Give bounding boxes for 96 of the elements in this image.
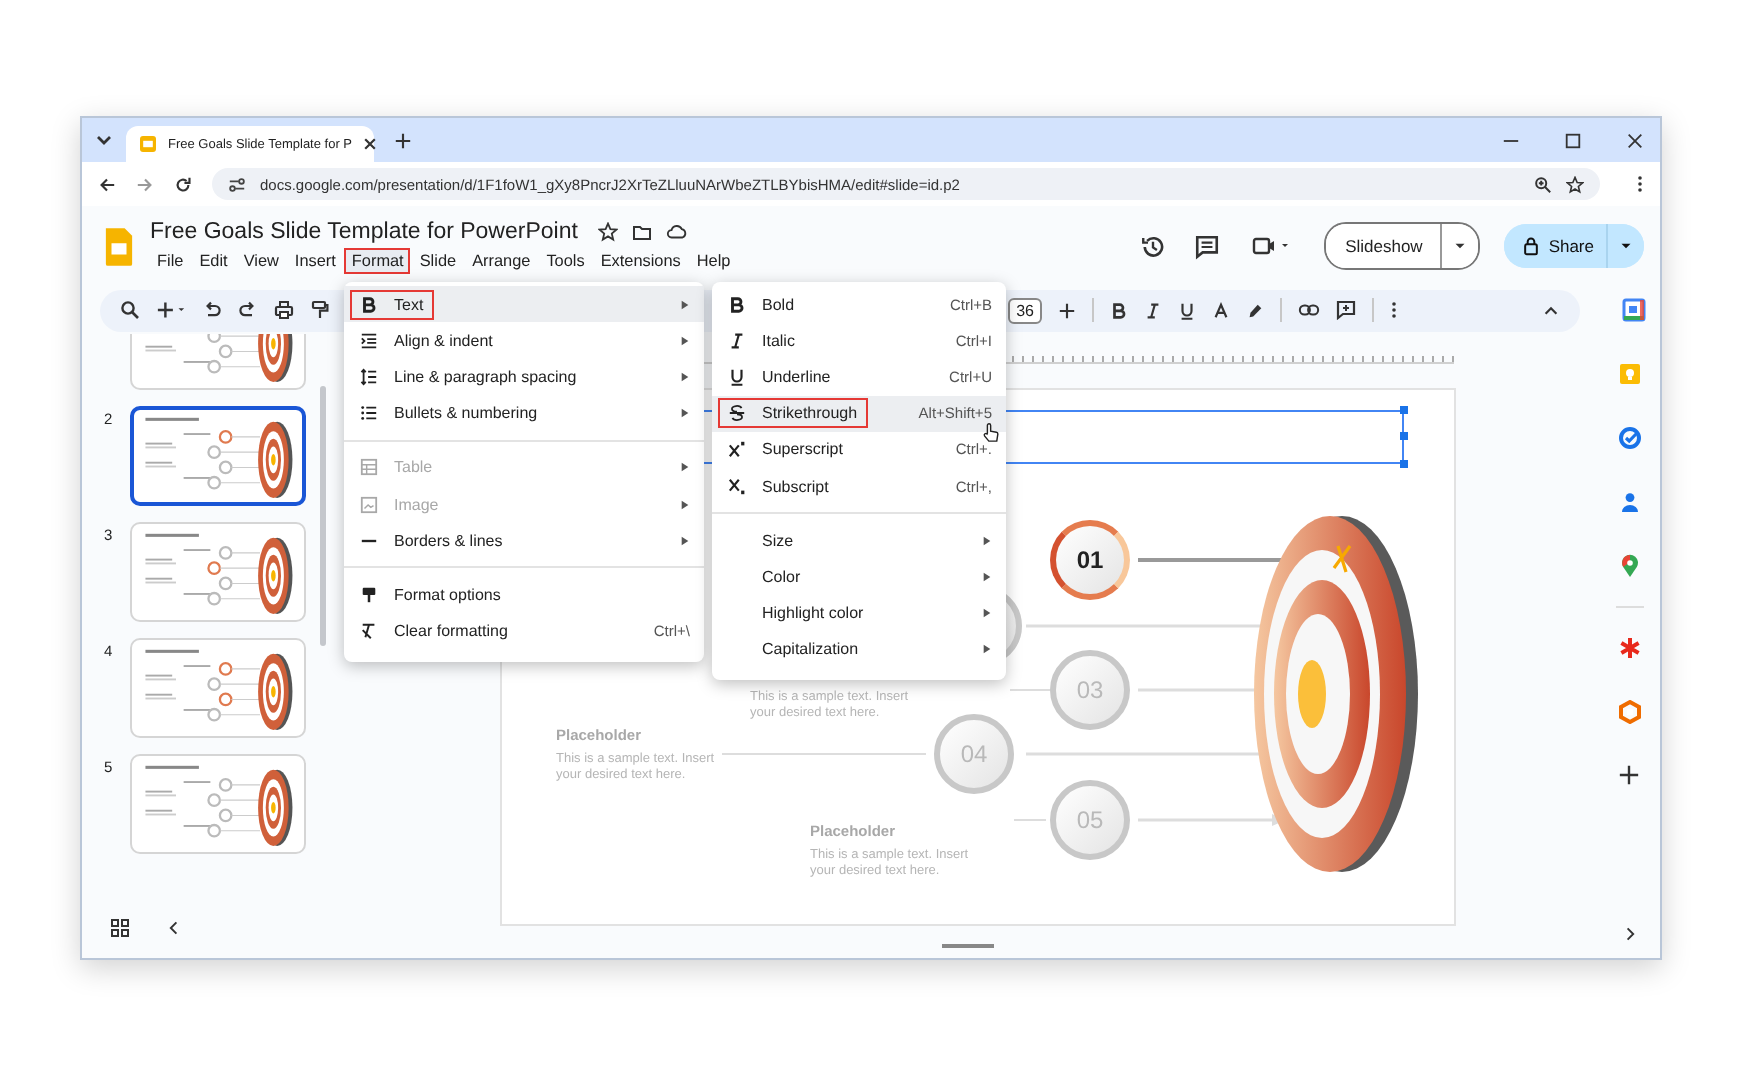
site-settings-icon[interactable] — [228, 175, 246, 193]
back-icon[interactable] — [98, 175, 116, 193]
underline-icon — [728, 367, 746, 386]
bold-icon[interactable] — [1110, 301, 1128, 319]
contacts-icon[interactable] — [1617, 490, 1641, 514]
caret-icon — [1620, 240, 1632, 252]
menu-item[interactable]: Capitalization — [712, 631, 1006, 668]
italic-icon[interactable] — [1144, 301, 1162, 319]
reload-icon[interactable] — [174, 175, 192, 193]
menu-item[interactable]: Help — [689, 247, 738, 273]
goal-marker: 03 — [1050, 650, 1130, 730]
line-spacing-icon — [360, 367, 378, 386]
share-button[interactable]: Share — [1504, 224, 1608, 268]
slides-logo-icon — [138, 134, 158, 154]
indent-icon — [360, 331, 378, 350]
bulleted-list-icon — [360, 404, 378, 423]
text-color-icon[interactable] — [1212, 301, 1230, 319]
paint-format-icon[interactable] — [310, 300, 330, 320]
menu-item[interactable]: Extensions — [593, 247, 688, 273]
close-icon[interactable] — [1626, 131, 1644, 149]
zoom-icon[interactable] — [1534, 175, 1552, 193]
underline-icon[interactable] — [1178, 301, 1196, 319]
italic-icon — [728, 331, 746, 350]
link-icon[interactable] — [1298, 302, 1320, 318]
add-icon[interactable] — [1618, 764, 1640, 786]
lock-icon — [1522, 236, 1541, 256]
connector-line — [1009, 689, 1051, 691]
increase-font-icon[interactable] — [1058, 301, 1076, 319]
clear-format-icon — [360, 622, 378, 641]
office-icon[interactable] — [1617, 700, 1641, 724]
chevron-left-icon[interactable] — [166, 920, 182, 936]
chevron-right-icon[interactable] — [1621, 926, 1637, 942]
menu-item[interactable]: View — [236, 247, 286, 273]
menu-item[interactable]: Bullets & numbering — [344, 395, 704, 432]
more-icon[interactable] — [1636, 174, 1644, 194]
search-icon[interactable] — [120, 300, 140, 320]
connector-line — [1013, 819, 1047, 821]
menu-item[interactable]: Size — [712, 522, 1006, 559]
goal-marker: 05 — [1050, 780, 1130, 860]
add-comment-icon[interactable] — [1336, 300, 1356, 320]
hand-cursor-icon — [982, 422, 1000, 444]
subscript-icon — [728, 477, 746, 496]
menu-item[interactable]: Line & paragraph spacing — [344, 358, 704, 396]
menu-item[interactable]: Align & indent — [344, 322, 704, 359]
undo-icon[interactable] — [202, 300, 222, 320]
goal-marker: 01 — [1050, 520, 1130, 600]
menu-item[interactable]: Format options — [344, 576, 704, 613]
asterisk-icon[interactable] — [1617, 636, 1641, 660]
star-icon[interactable] — [1566, 175, 1584, 193]
goal-marker: 04 — [934, 714, 1014, 794]
bold-icon — [360, 295, 378, 314]
maximize-icon[interactable] — [1564, 131, 1582, 149]
menu-item[interactable]: Format — [344, 247, 411, 273]
menu-item[interactable]: Insert — [287, 247, 343, 273]
comment-icon[interactable] — [1193, 233, 1220, 259]
slide-thumbnail[interactable] — [130, 406, 306, 506]
caret-icon — [1454, 240, 1467, 252]
map-pin-icon[interactable] — [1617, 554, 1641, 578]
collapse-icon[interactable] — [1542, 301, 1560, 319]
print-icon[interactable] — [274, 300, 294, 320]
video-camera-icon[interactable] — [1251, 234, 1292, 258]
star-icon[interactable] — [597, 221, 618, 241]
table-icon — [360, 458, 378, 477]
redo-icon[interactable] — [238, 300, 258, 320]
more-icon[interactable] — [1390, 300, 1398, 320]
cloud-icon[interactable] — [665, 221, 688, 241]
highlighter-icon[interactable] — [1246, 301, 1264, 319]
forward-icon[interactable] — [136, 175, 154, 193]
menu-item[interactable]: Color — [712, 558, 1006, 595]
menu-item[interactable]: Tools — [539, 247, 592, 273]
superscript-icon — [728, 440, 746, 459]
new-slide-icon[interactable] — [156, 300, 186, 320]
menu-item[interactable]: File — [150, 247, 191, 273]
calendar-icon[interactable] — [1622, 298, 1646, 322]
menu-item[interactable]: Edit — [192, 247, 235, 273]
document-title[interactable]: Free Goals Slide Template for PowerPoint — [150, 219, 578, 243]
close-icon[interactable] — [362, 136, 379, 152]
paint-roller-icon — [360, 585, 378, 604]
tasks-icon[interactable] — [1617, 426, 1641, 450]
grid-view-icon[interactable] — [110, 918, 130, 938]
chevron-down-icon[interactable] — [94, 130, 114, 150]
strikethrough-icon — [728, 404, 746, 423]
menu-item[interactable]: Borders & lines — [344, 522, 704, 559]
menu-item[interactable]: Highlight color — [712, 595, 1006, 632]
folder-icon[interactable] — [631, 221, 652, 241]
annotation-box — [350, 289, 434, 320]
font-size-field[interactable]: 36 — [1008, 297, 1042, 323]
image-icon — [360, 495, 378, 514]
menu-item[interactable]: Text — [344, 286, 704, 323]
history-icon[interactable] — [1139, 233, 1166, 259]
bold-icon — [728, 295, 746, 314]
slideshow-button[interactable]: Slideshow — [1325, 224, 1443, 268]
menu-item[interactable]: Slide — [412, 247, 464, 273]
menu-item[interactable]: Arrange — [465, 247, 538, 273]
new-tab-icon[interactable] — [394, 131, 412, 149]
slideshow-options-button[interactable] — [1442, 224, 1479, 268]
